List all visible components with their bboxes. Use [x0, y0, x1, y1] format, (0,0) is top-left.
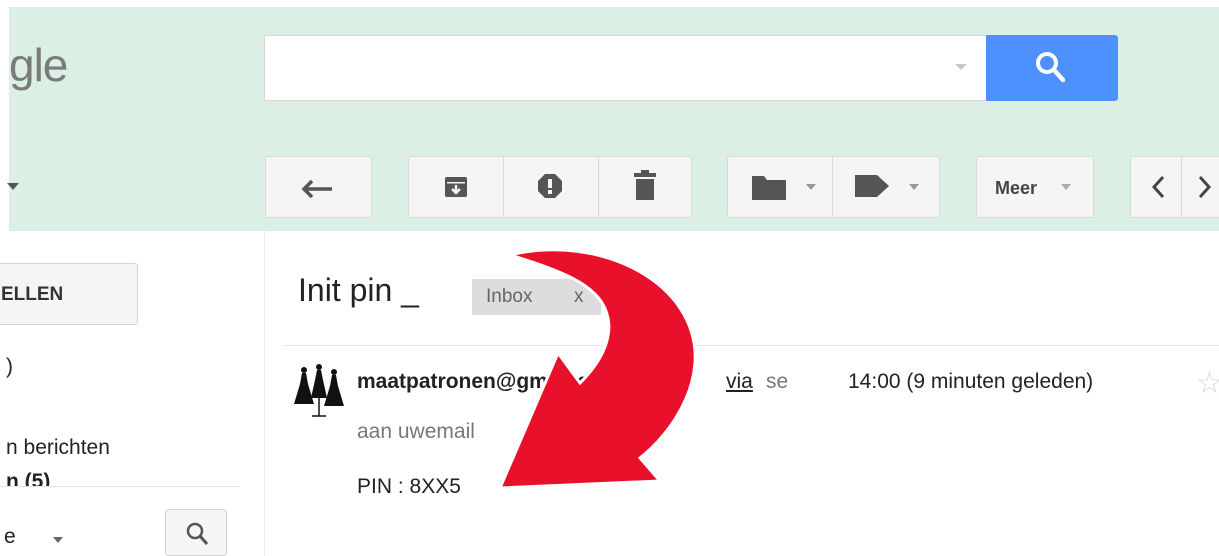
red-annotation-arrow [497, 248, 697, 490]
archive-icon [445, 177, 467, 197]
search-input[interactable] [264, 35, 986, 101]
spam-icon [538, 174, 562, 198]
message-body: PIN : 8XX5 [357, 475, 461, 498]
google-logo[interactable]: gle [9, 38, 68, 92]
compose-label: ELLEN [1, 284, 64, 305]
compose-button[interactable]: ELLEN [0, 263, 138, 325]
search-options-caret-icon[interactable] [955, 64, 967, 70]
report-spam-button[interactable] [504, 157, 598, 217]
via-domain: se [766, 370, 789, 393]
more-label: Meer [995, 178, 1038, 198]
sender-avatar[interactable] [292, 360, 346, 418]
next-button[interactable] [1182, 157, 1219, 217]
people-label[interactable]: e [4, 525, 16, 549]
labels-button[interactable] [833, 157, 940, 217]
delete-button[interactable] [599, 157, 693, 217]
chevron-left-icon [1151, 175, 1165, 199]
message-subject: Init pin _ [298, 272, 419, 308]
search-icon [1036, 52, 1066, 83]
archive-button[interactable] [409, 157, 503, 217]
more-button[interactable]: Meer [976, 156, 1094, 218]
people-search-button[interactable] [165, 509, 227, 556]
nav-button-group [1130, 156, 1219, 218]
chevron-right-icon [1198, 175, 1212, 199]
sidebar-item-inbox[interactable]: ) [6, 355, 13, 379]
mail-menu-caret-icon[interactable] [7, 183, 19, 190]
chevron-down-icon [909, 184, 919, 190]
label-tag-icon [855, 175, 889, 197]
previous-button[interactable] [1131, 157, 1181, 217]
search-button[interactable] [986, 35, 1118, 101]
move-to-button[interactable] [728, 157, 832, 217]
trash-icon [634, 170, 656, 200]
reply-arrow-icon [301, 179, 332, 199]
message-divider [283, 345, 1219, 346]
star-icon[interactable]: ☆ [1196, 366, 1219, 401]
reply-button[interactable] [265, 156, 372, 218]
search-icon [186, 522, 209, 545]
message-timestamp: 14:00 (9 minuten geleden) [848, 370, 1094, 393]
action-button-group [408, 156, 692, 218]
chevron-down-icon [1061, 184, 1071, 190]
sidebar-item-drafts[interactable]: n (5) [6, 470, 50, 486]
recipient-line: aan uwemail [357, 420, 475, 443]
chevron-down-icon [806, 184, 816, 190]
people-caret-icon[interactable] [53, 537, 63, 543]
sidebar-divider [0, 486, 240, 487]
via-link[interactable]: via [726, 370, 753, 394]
organize-button-group [727, 156, 940, 218]
folder-icon [752, 176, 786, 200]
sidebar-item-sent[interactable]: n berichten [6, 436, 110, 460]
